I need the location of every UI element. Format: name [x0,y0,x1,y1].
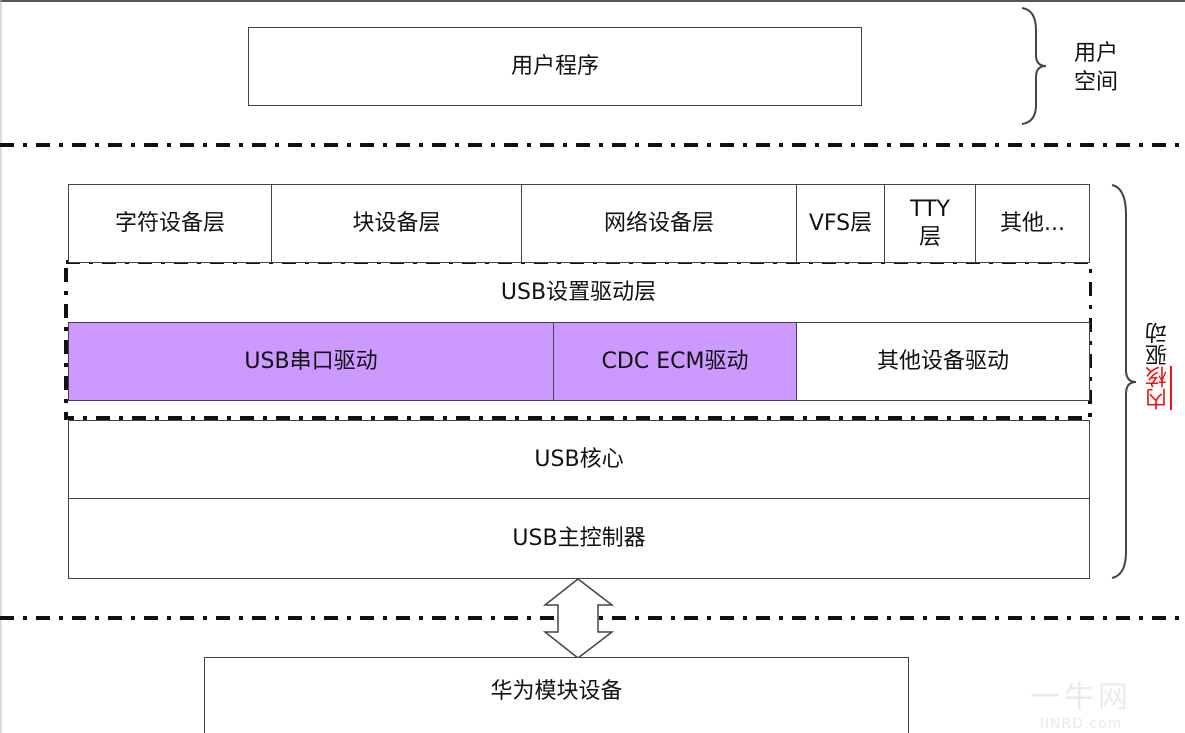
user-program-label: 用户程序 [510,53,599,79]
cdc-ecm-driver: CDC ECM驱动 [553,322,797,401]
user-space-label: 用户 空间 [1074,40,1118,97]
watermark-line1: 一牛网 [1030,680,1132,715]
usb-host-controller: USB主控制器 [68,498,1090,579]
block-device-layer: 块设备层 [271,184,522,263]
watermark-logo: 一牛网 IINRD.com [1030,672,1132,732]
other-device-driver: 其他设备驱动 [796,322,1090,401]
diagram: 用户程序 用户空间 字符设备层 块设备层 网络设备层 VFS层 TTY 层 其他… [0,0,1185,733]
layer-label: TTY 层 [910,197,950,250]
layer-label: 字符设备层 [114,210,225,236]
usb-gadget-layer: USB设置驱动层 [68,264,1089,323]
device-label: 华为模块设备 [490,679,623,704]
watermark-line2: IINRD.com [1039,716,1123,732]
driver-label: USB串口驱动 [244,348,378,374]
user-space-label-line2: 空间 [1074,69,1119,95]
driver-label: 其他设备驱动 [876,348,1009,374]
network-device-layer: 网络设备层 [521,184,797,263]
layer-label: 网络设备层 [603,210,714,236]
kernel-driver-label: 内核驱动 [1143,322,1175,410]
user-space-brace [1021,7,1047,125]
tty-layer: TTY 层 [884,184,976,263]
user-space-label-line1: 用户 [1074,41,1119,66]
usb-serial-driver: USB串口驱动 [68,322,554,401]
kernel-brace [1111,184,1137,579]
other-layer: 其他... [975,184,1090,263]
kernel-label-highlight: 内核 [1146,366,1171,410]
vfs-layer: VFS层 [796,184,885,263]
layer-label: 其他... [1000,210,1065,236]
driver-label: CDC ECM驱动 [601,348,749,374]
layer-label: VFS层 [808,210,873,236]
huawei-module-device: 华为模块设备 [204,657,909,733]
usb-core-label: USB核心 [534,446,624,472]
usb-host-controller-label: USB主控制器 [512,525,646,551]
layer-label: 块设备层 [352,210,441,236]
kernel-label-rest: 驱动 [1146,322,1171,366]
char-device-layer: 字符设备层 [68,184,272,263]
user-program-box: 用户程序 [248,27,862,106]
usb-core: USB核心 [68,420,1090,499]
usb-gadget-label: USB设置驱动层 [500,280,657,306]
